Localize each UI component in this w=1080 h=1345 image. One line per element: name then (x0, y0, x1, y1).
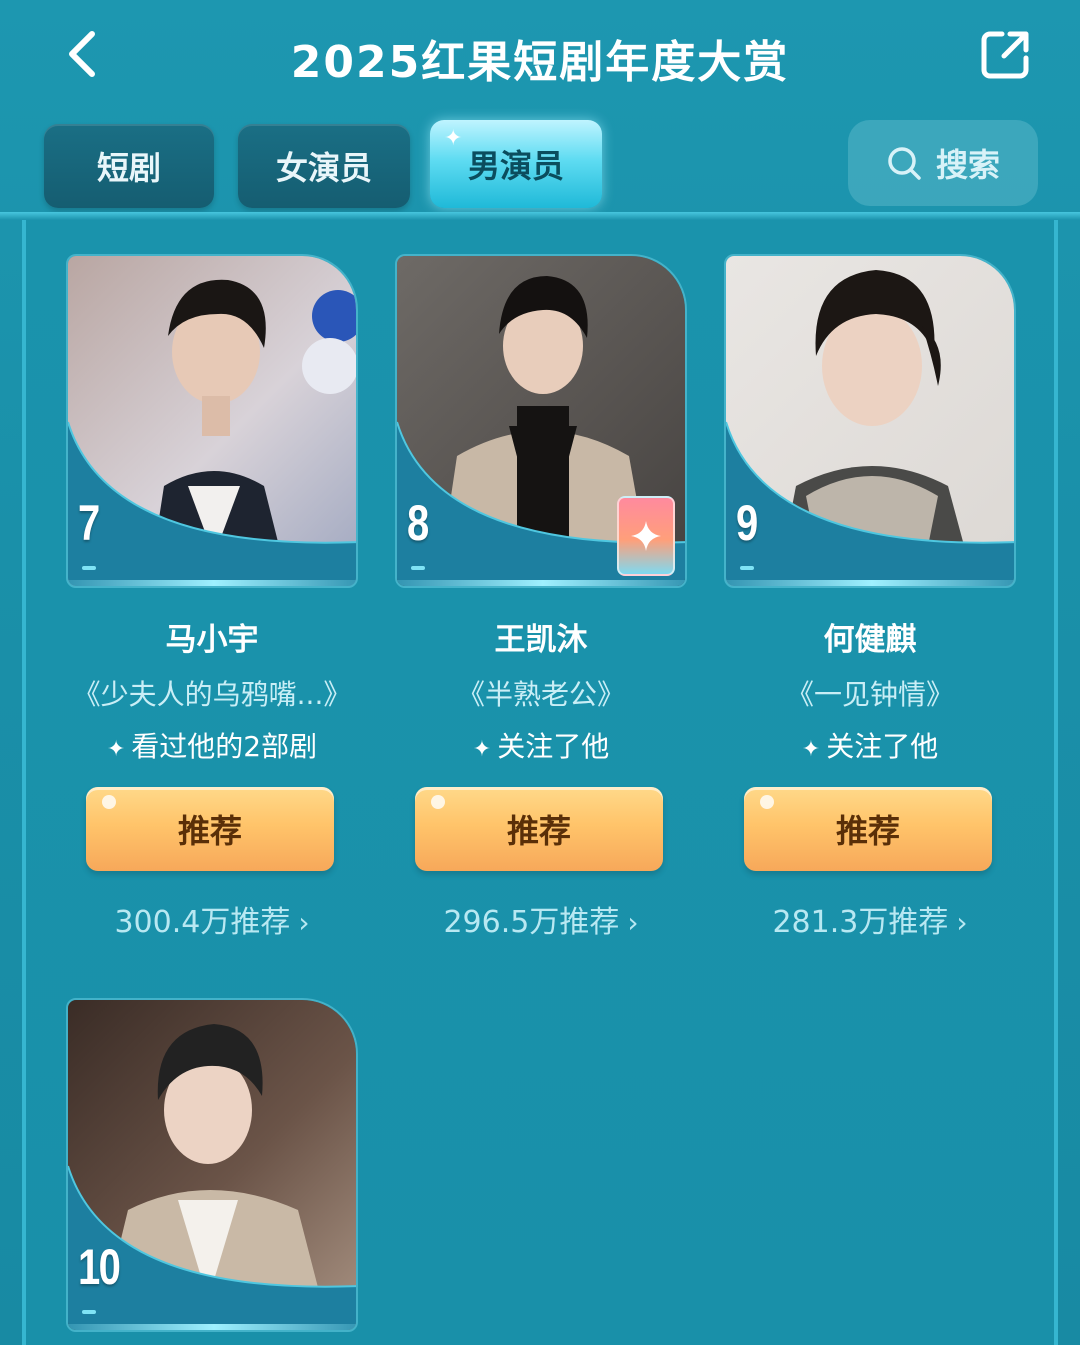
actor-photo[interactable]: 10 (66, 998, 358, 1332)
tab-label: 男演员 (467, 147, 564, 185)
recommend-button[interactable]: 推荐 (415, 787, 663, 871)
search-label: 搜索 (935, 146, 1000, 184)
panel-top-edge (0, 212, 1080, 220)
rank-number: 9 (736, 495, 758, 551)
vote-count: 300.4万推荐 (114, 905, 291, 940)
glint-icon (431, 795, 445, 809)
chevron-right-icon: › (627, 906, 639, 939)
social-note: ✦ 看过他的2部剧 (66, 725, 358, 765)
rank-underline (740, 566, 754, 570)
note-text: 关注了他 (826, 730, 939, 763)
chevron-right-icon: › (956, 906, 968, 939)
social-note: ✦ 关注了他 (395, 725, 687, 765)
glint-icon (102, 795, 116, 809)
actor-card: 9 何健麒 《一见钟情》 ✦ 关注了他 推荐 281.3万推荐 › (724, 254, 1016, 941)
vote-count-link[interactable]: 281.3万推荐 › (724, 897, 1016, 941)
recommend-label: 推荐 (177, 812, 242, 850)
recommend-button[interactable]: 推荐 (744, 787, 992, 871)
drama-title[interactable]: 《少夫人的乌鸦嘴...》 (66, 673, 358, 713)
social-note: ✦ 关注了他 (724, 725, 1016, 765)
tab-actress[interactable]: 女演员 (238, 124, 410, 208)
actor-name: 何健麒 (823, 622, 917, 658)
sparkle-icon: ✦ (801, 737, 821, 762)
share-button[interactable] (978, 26, 1034, 82)
sparkle-icon (631, 521, 661, 551)
photo-glow (68, 580, 356, 586)
rank-number: 7 (78, 495, 100, 551)
sparkle-icon: ✦ (444, 126, 463, 151)
recommend-label: 推荐 (835, 812, 900, 850)
rank-number: 10 (78, 1239, 121, 1295)
header: 2025红果短剧年度大赏 (0, 0, 1080, 110)
drama-title[interactable]: 《一见钟情》 (724, 673, 1016, 713)
sparkle-icon: ✦ (106, 737, 126, 762)
award-page: 2025红果短剧年度大赏 短剧 女演员 ✦ 男演员 搜索 7 马小宇 《少夫人的… (0, 0, 1080, 1345)
wave-overlay (68, 421, 356, 586)
chevron-right-icon: › (298, 906, 310, 939)
photo-glow (68, 1324, 356, 1330)
recommend-label: 推荐 (506, 812, 571, 850)
actor-card: 7 马小宇 《少夫人的乌鸦嘴...》 ✦ 看过他的2部剧 推荐 300.4万推荐 › (66, 254, 358, 941)
category-tabs: 短剧 女演员 ✦ 男演员 搜索 (0, 120, 1080, 210)
sparkle-icon: ✦ (472, 737, 492, 762)
recommend-button[interactable]: 推荐 (86, 787, 334, 871)
rank-underline (82, 1310, 96, 1314)
actor-name: 王凯沐 (494, 622, 588, 658)
vote-count-link[interactable]: 300.4万推荐 › (66, 897, 358, 941)
search-button[interactable]: 搜索 (848, 120, 1038, 206)
tab-label: 短剧 (96, 149, 161, 187)
tab-label: 女演员 (275, 149, 372, 187)
actor-photo[interactable]: 8 (395, 254, 687, 588)
drama-title[interactable]: 《半熟老公》 (395, 673, 687, 713)
actor-photo[interactable]: 9 (724, 254, 1016, 588)
photo-glow (726, 580, 1014, 586)
rank-number: 8 (407, 495, 429, 551)
rank-underline (411, 566, 425, 570)
note-text: 关注了他 (497, 730, 610, 763)
tab-actor[interactable]: ✦ 男演员 (430, 120, 602, 208)
vote-count-link[interactable]: 296.5万推荐 › (395, 897, 687, 941)
tab-short-drama[interactable]: 短剧 (44, 124, 214, 208)
actor-name: 马小宇 (165, 622, 259, 658)
note-text: 看过他的2部剧 (131, 730, 318, 763)
share-icon (981, 31, 1029, 79)
search-icon (888, 147, 921, 180)
wave-overlay (726, 421, 1014, 586)
rank-underline (82, 566, 96, 570)
actor-card: 8 王凯沐 《半熟老公》 ✦ 关注了他 推荐 296.5万推荐 › (395, 254, 687, 941)
vote-count: 296.5万推荐 (443, 905, 620, 940)
vote-count: 281.3万推荐 (772, 905, 949, 940)
page-title: 2025红果短剧年度大赏 (290, 37, 790, 88)
actor-photo[interactable]: 7 (66, 254, 358, 588)
glint-icon (760, 795, 774, 809)
photo-glow (397, 580, 685, 586)
actor-card: 10 (66, 998, 358, 1332)
sparkle-badge-icon (617, 496, 675, 576)
